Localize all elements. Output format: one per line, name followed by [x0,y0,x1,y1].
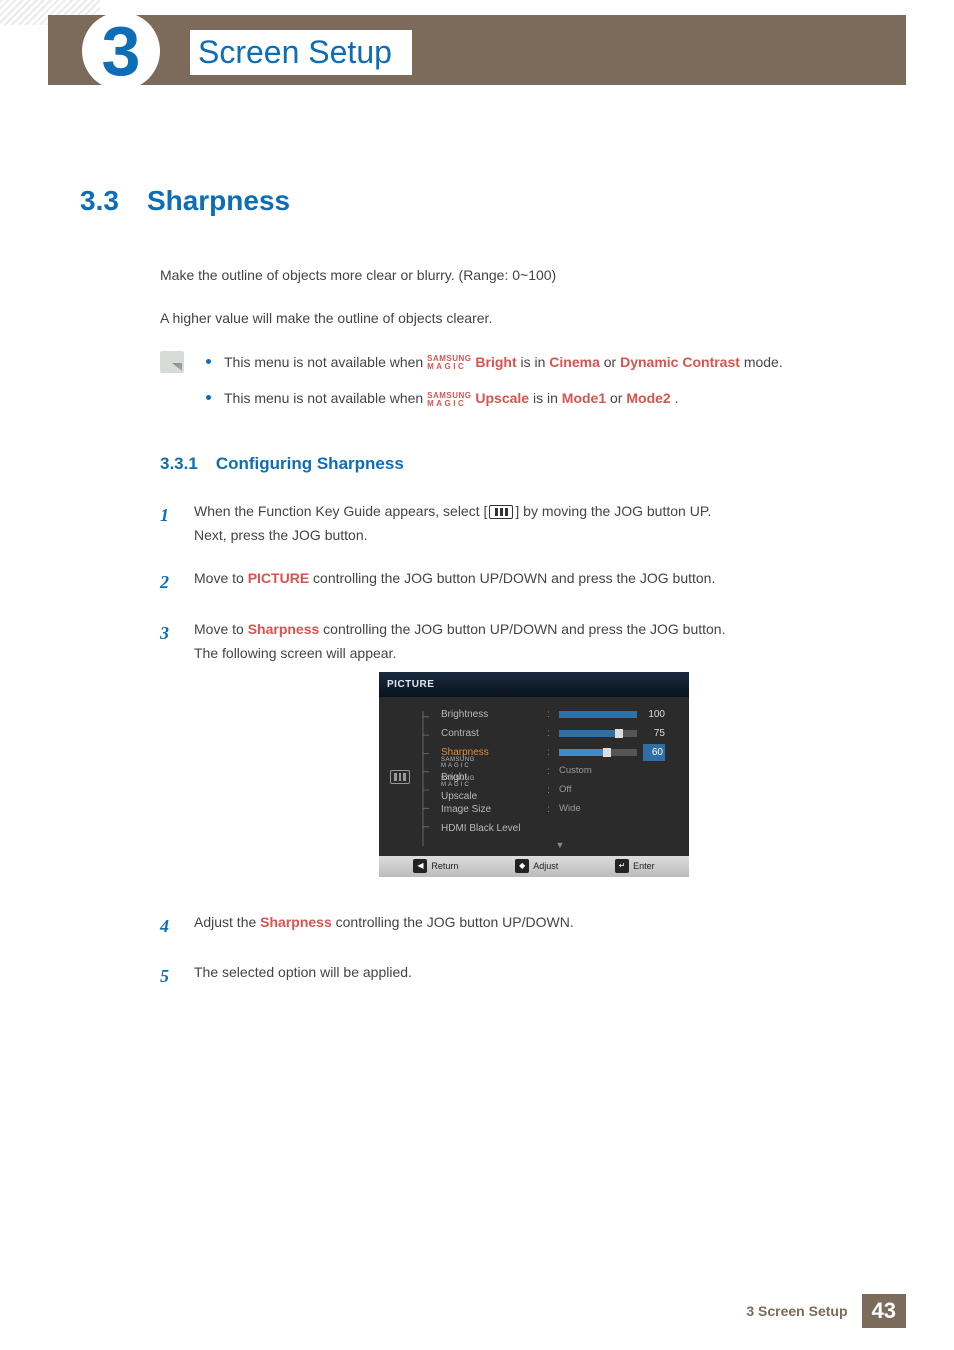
osd-row-magic-upscale: SAMSUNGMAGIC Upscale : Off [441,781,679,800]
subsection-title: Configuring Sharpness [216,454,404,474]
osd-title: PICTURE [379,672,689,697]
intro-paragraph-2: A higher value will make the outline of … [160,308,874,329]
page-footer: 3 Screen Setup 43 [746,1294,906,1328]
osd-tree-lines [417,711,429,846]
content-area: 3.3 Sharpness Make the outline of object… [80,185,874,1012]
menu-icon [489,505,513,519]
step-5: 5 The selected option will be applied. [160,961,874,992]
chapter-number: 3 [102,16,141,86]
step-2: 2 Move to PICTURE controlling the JOG bu… [160,567,874,598]
osd-scroll-down-icon: ▼ [441,838,679,850]
samsung-magic-label: SAMSUNGMAGIC [427,355,471,371]
chapter-badge: 3 [82,12,160,90]
osd-adjust: ◆Adjust [515,859,558,874]
samsung-magic-label: SAMSUNGMAGIC [427,392,471,408]
step-4: 4 Adjust the Sharpness controlling the J… [160,911,874,942]
note-block: This menu is not available when SAMSUNGM… [160,351,874,424]
steps-list: 1 When the Function Key Guide appears, s… [160,500,874,992]
osd-footer: ◀Return ◆Adjust ↵Enter [379,856,689,877]
osd-row-brightness: Brightness : 100 [441,705,679,724]
osd-row-image-size: Image Size : Wide [441,800,679,819]
intro-paragraph-1: Make the outline of objects more clear o… [160,265,874,286]
osd-enter: ↵Enter [615,859,655,874]
section-number: 3.3 [80,185,119,217]
step-1: 1 When the Function Key Guide appears, s… [160,500,874,548]
section-title: Sharpness [147,185,290,217]
step-3: 3 Move to Sharpness controlling the JOG … [160,618,874,891]
footer-label: 3 Screen Setup [746,1303,847,1319]
osd-row-hdmi-black: HDMI Black Level [441,819,679,838]
osd-menu-icon [390,770,410,784]
header-banner [48,15,906,85]
note-item-2: This menu is not available when SAMSUNGM… [206,387,874,409]
section-heading: 3.3 Sharpness [80,185,874,217]
page-number: 43 [862,1294,906,1328]
chapter-title: Screen Setup [190,30,412,75]
note-item-1: This menu is not available when SAMSUNGM… [206,351,874,373]
osd-screenshot: PICTURE [379,672,689,877]
subsection-number: 3.3.1 [160,454,198,474]
subsection-heading: 3.3.1 Configuring Sharpness [160,454,874,474]
note-icon [160,351,184,373]
osd-return: ◀Return [413,859,458,874]
osd-row-contrast: Contrast : 75 [441,724,679,743]
